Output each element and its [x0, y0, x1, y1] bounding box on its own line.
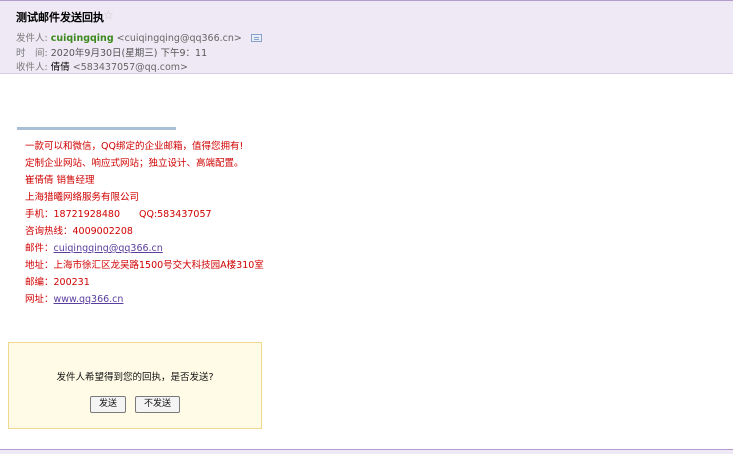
time-value: 2020年9月30日(星期三) 下午9：11	[50, 48, 208, 59]
recipient-row: 收件人: 倩倩 <583437057@qq.com>	[16, 59, 188, 73]
email-label: 邮件：	[25, 243, 54, 254]
time-row: 时 间: 2020年9月30日(星期三) 下午9：11	[16, 45, 207, 59]
signature-line: 咨询热线：4009002208	[25, 226, 133, 237]
signature-line: 手机：18721928480 QQ:583437057	[25, 209, 212, 220]
signature-line: 定制企业网站、响应式网站；独立设计、高端配置。	[25, 158, 244, 169]
signature-address: 地址：上海市徐汇区龙吴路1500号交大科技园A楼310室	[25, 260, 264, 271]
email-signature: 一款可以和微信，QQ绑定的企业邮箱，值得您拥有! 定制企业网站、响应式网站；独立…	[25, 138, 264, 308]
signature-line: 上海猎曦网络服务有限公司	[25, 192, 140, 203]
signature-line: 崔倩倩 销售经理	[25, 175, 95, 186]
signature-line: 一款可以和微信，QQ绑定的企业邮箱，值得您拥有!	[25, 141, 244, 152]
receipt-question: 发件人希望得到您的回执，是否发送?	[56, 372, 214, 383]
signature-postcode: 邮编：200231	[25, 277, 90, 288]
sender-name[interactable]: cuiqingqing	[51, 33, 114, 44]
website-link[interactable]: www.qq366.cn	[54, 294, 124, 305]
time-label: 时 间:	[16, 48, 48, 59]
signature-website-row: 网址：www.qq366.cn	[25, 291, 264, 308]
mail-subject: 测试邮件发送回执	[16, 11, 104, 24]
recipient-name[interactable]: 倩倩	[51, 62, 70, 73]
receipt-buttons: 发送 不发送	[9, 391, 261, 413]
footer-bar	[0, 449, 733, 454]
read-receipt-box: 发件人希望得到您的回执，是否发送? 发送 不发送	[8, 342, 262, 429]
decline-receipt-button[interactable]: 不发送	[135, 396, 181, 413]
star-icon[interactable]: ☆	[103, 8, 114, 22]
mail-header: 测试邮件发送回执 ☆ 发件人: cuiqingqing <cuiqingqing…	[0, 0, 733, 74]
signature-divider	[17, 127, 176, 130]
sender-label: 发件人:	[16, 33, 48, 44]
email-link[interactable]: cuiqingqing@qq366.cn	[54, 243, 163, 254]
contact-card-icon[interactable]	[250, 33, 262, 42]
sender-row: 发件人: cuiqingqing <cuiqingqing@qq366.cn>	[16, 30, 262, 44]
recipient-label: 收件人:	[16, 62, 48, 73]
website-label: 网址：	[25, 294, 54, 305]
recipient-email: <583437057@qq.com>	[72, 62, 188, 73]
send-receipt-button[interactable]: 发送	[89, 396, 126, 413]
sender-email: <cuiqingqing@qq366.cn>	[116, 33, 242, 44]
signature-email-row: 邮件：cuiqingqing@qq366.cn	[25, 240, 264, 257]
